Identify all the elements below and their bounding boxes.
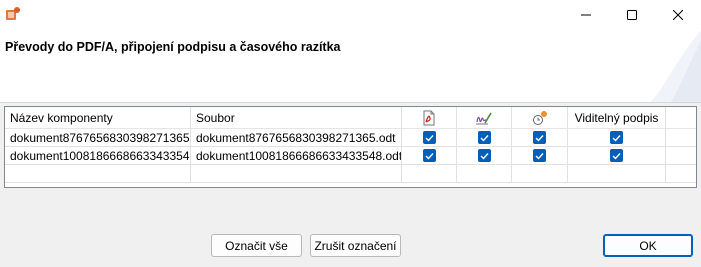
window-titlebar bbox=[0, 0, 701, 30]
dialog-header: Převody do PDF/A, připojení podpisu a ča… bbox=[0, 30, 701, 102]
maximize-icon bbox=[627, 10, 637, 20]
pdfa-checkbox-cell bbox=[402, 147, 457, 165]
file-name-cell: dokument10081866686633433548.odt bbox=[191, 147, 402, 165]
timestamp-checkbox-cell bbox=[512, 147, 568, 165]
empty-table-row bbox=[5, 165, 696, 183]
checkmark-icon bbox=[612, 134, 621, 142]
column-header-signature[interactable] bbox=[457, 107, 512, 129]
signature-icon bbox=[476, 112, 492, 124]
column-header-component[interactable]: Název komponenty bbox=[5, 107, 191, 129]
table-row[interactable]: dokument10081866686633433548 dokument100… bbox=[5, 147, 696, 165]
empty-cell bbox=[402, 165, 457, 183]
close-button[interactable] bbox=[655, 0, 701, 30]
checkmark-icon bbox=[480, 152, 489, 160]
header-decoration bbox=[651, 30, 701, 102]
component-name-cell: dokument8767656830398271365 bbox=[5, 129, 191, 147]
row-filler bbox=[666, 147, 696, 165]
column-header-visible-signature[interactable]: Viditelný podpis bbox=[568, 107, 666, 129]
sign-checkbox[interactable] bbox=[477, 149, 491, 162]
visible-signature-checkbox-cell bbox=[568, 147, 666, 165]
header-divider bbox=[0, 102, 701, 103]
checkmark-icon bbox=[425, 134, 434, 142]
maximize-button[interactable] bbox=[609, 0, 655, 30]
timestamp-icon bbox=[532, 110, 547, 125]
checkmark-icon bbox=[535, 152, 544, 160]
table-row[interactable]: dokument8767656830398271365 dokument8767… bbox=[5, 129, 696, 147]
sign-checkbox-cell bbox=[457, 129, 512, 147]
sign-checkbox[interactable] bbox=[477, 131, 491, 144]
pdfa-checkbox[interactable] bbox=[422, 131, 436, 144]
ok-button[interactable]: OK bbox=[603, 234, 693, 257]
sign-checkbox-cell bbox=[457, 147, 512, 165]
empty-cell bbox=[191, 165, 402, 183]
app-seal-icon bbox=[5, 6, 21, 22]
column-header-file[interactable]: Soubor bbox=[191, 107, 402, 129]
pdfa-checkbox[interactable] bbox=[422, 149, 436, 162]
checkmark-icon bbox=[480, 134, 489, 142]
file-name-cell: dokument8767656830398271365.odt bbox=[191, 129, 402, 147]
empty-cell bbox=[666, 165, 696, 183]
timestamp-checkbox[interactable] bbox=[533, 149, 546, 162]
row-filler bbox=[666, 129, 696, 147]
close-icon bbox=[673, 10, 683, 20]
dialog-title: Převody do PDF/A, připojení podpisu a ča… bbox=[5, 40, 341, 54]
column-header-timestamp[interactable] bbox=[512, 107, 568, 129]
empty-cell bbox=[5, 165, 191, 183]
component-name-cell: dokument10081866686633433548 bbox=[5, 147, 191, 165]
column-header-filler bbox=[666, 107, 696, 129]
empty-cell bbox=[512, 165, 568, 183]
timestamp-checkbox-cell bbox=[512, 129, 568, 147]
empty-cell bbox=[457, 165, 512, 183]
checkmark-icon bbox=[612, 152, 621, 160]
empty-cell bbox=[568, 165, 666, 183]
pdfa-checkbox-cell bbox=[402, 129, 457, 147]
clear-selection-button[interactable]: Zrušit označení bbox=[310, 234, 401, 257]
timestamp-checkbox[interactable] bbox=[533, 131, 546, 144]
table-header-row: Název komponenty Soubor Viditelný podpis bbox=[5, 107, 696, 129]
visible-signature-checkbox[interactable] bbox=[610, 149, 623, 162]
pdf-icon bbox=[423, 110, 435, 125]
select-all-button[interactable]: Označit vše bbox=[211, 234, 302, 257]
visible-signature-checkbox[interactable] bbox=[610, 131, 623, 144]
checkmark-icon bbox=[425, 152, 434, 160]
components-table[interactable]: Název komponenty Soubor Viditelný podpis… bbox=[4, 106, 697, 188]
minimize-button[interactable] bbox=[563, 0, 609, 30]
visible-signature-checkbox-cell bbox=[568, 129, 666, 147]
column-header-pdfa[interactable] bbox=[402, 107, 457, 129]
checkmark-icon bbox=[535, 134, 544, 142]
minimize-icon bbox=[581, 14, 591, 16]
